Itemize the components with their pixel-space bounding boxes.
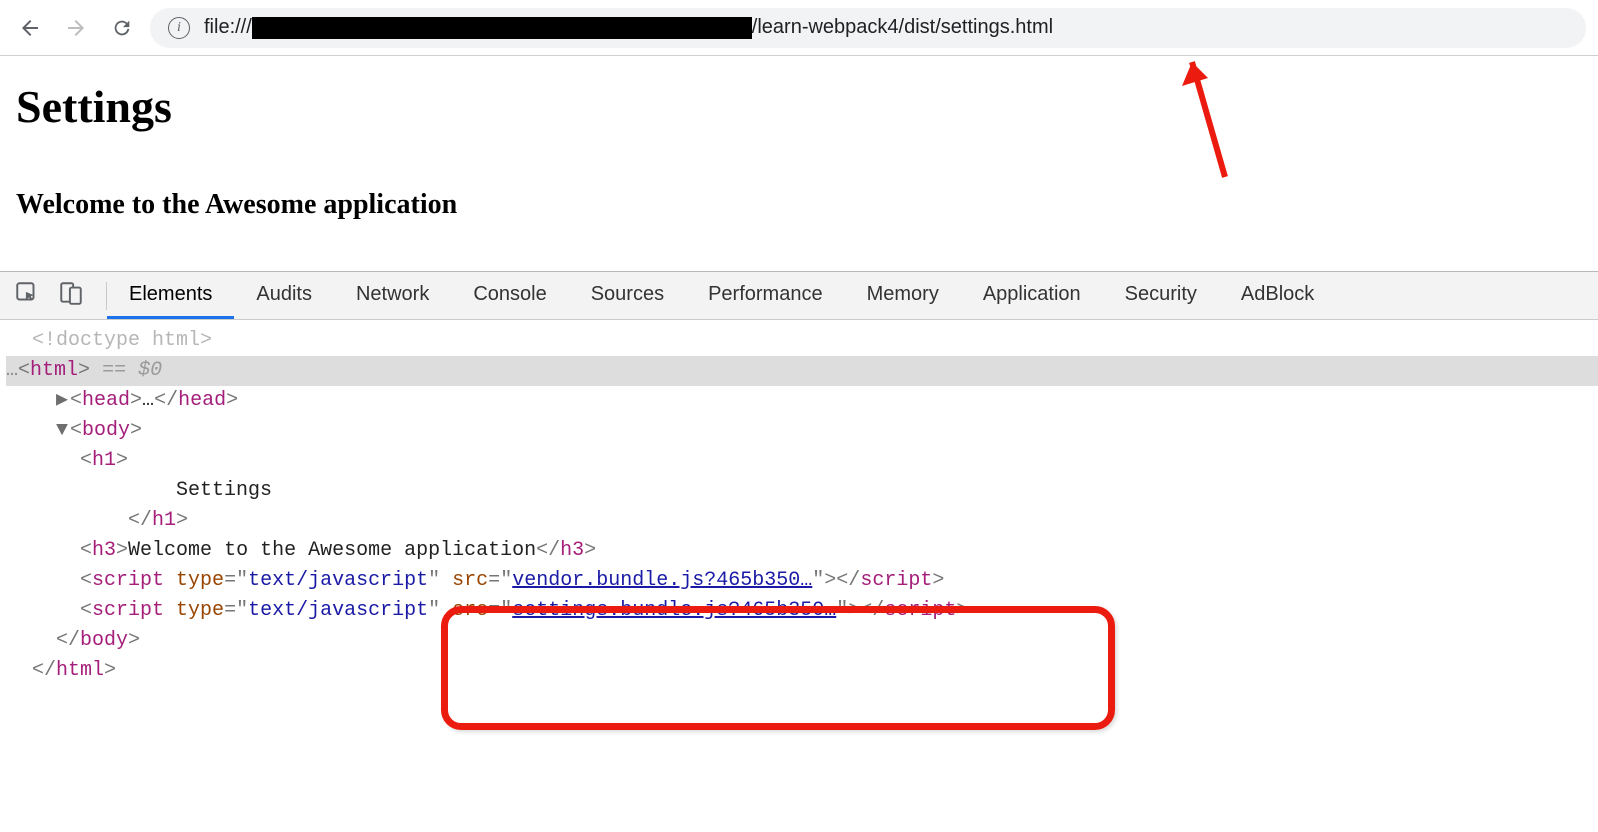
devtools-tab-network[interactable]: Network [334,272,451,319]
devtools-tab-audits[interactable]: Audits [234,272,334,319]
address-bar[interactable]: i file:////learn-webpack4/dist/settings.… [150,8,1586,48]
page-subheading: Welcome to the Awesome application [16,189,1582,221]
browser-toolbar: i file:////learn-webpack4/dist/settings.… [0,0,1598,56]
html-close[interactable]: </html> [6,656,1598,686]
h1-close[interactable]: </h1> [6,506,1598,536]
devtools-tab-security[interactable]: Security [1103,272,1219,319]
elements-tree[interactable]: <!doctype html> …<html> == $0 ▶<head>…</… [0,320,1598,706]
devtools-panel: ElementsAuditsNetworkConsoleSourcesPerfo… [0,271,1598,706]
body-close[interactable]: </body> [6,626,1598,656]
page-content: Settings Welcome to the Awesome applicat… [0,56,1598,271]
devtools-tab-memory[interactable]: Memory [845,272,961,319]
devtools-tabbar: ElementsAuditsNetworkConsoleSourcesPerfo… [0,272,1598,320]
url-text: file:////learn-webpack4/dist/settings.ht… [204,16,1053,39]
arrow-right-icon [64,16,88,40]
h1-text: Settings [176,479,272,502]
doctype-line: <!doctype html> [32,329,212,352]
device-toggle-icon[interactable] [58,280,84,311]
arrow-left-icon [18,16,42,40]
page-heading: Settings [16,80,1582,133]
h3-node[interactable]: <h3>Welcome to the Awesome application</… [6,536,1598,566]
devtools-tab-console[interactable]: Console [451,272,568,319]
script2-node[interactable]: <script type="text/javascript" src="sett… [6,596,1598,626]
info-icon[interactable]: i [168,17,190,39]
html-node[interactable]: …<html> == $0 [6,356,1598,386]
inspect-icon[interactable] [14,280,40,311]
script1-node[interactable]: <script type="text/javascript" src="vend… [6,566,1598,596]
devtools-tab-application[interactable]: Application [961,272,1103,319]
head-node[interactable]: ▶<head>…</head> [6,386,1598,416]
back-button[interactable] [12,10,48,46]
forward-button[interactable] [58,10,94,46]
reload-icon [111,17,133,39]
script2-src-link[interactable]: settings.bundle.js?465b350… [512,599,836,622]
devtools-tab-sources[interactable]: Sources [569,272,686,319]
redacted-path [252,17,752,39]
reload-button[interactable] [104,10,140,46]
h1-open[interactable]: <h1> [6,446,1598,476]
devtools-tab-adblock[interactable]: AdBlock [1219,272,1336,319]
devtools-tab-elements[interactable]: Elements [107,272,234,319]
devtools-tab-performance[interactable]: Performance [686,272,845,319]
script1-src-link[interactable]: vendor.bundle.js?465b350… [512,569,812,592]
body-node[interactable]: ▼<body> [6,416,1598,446]
